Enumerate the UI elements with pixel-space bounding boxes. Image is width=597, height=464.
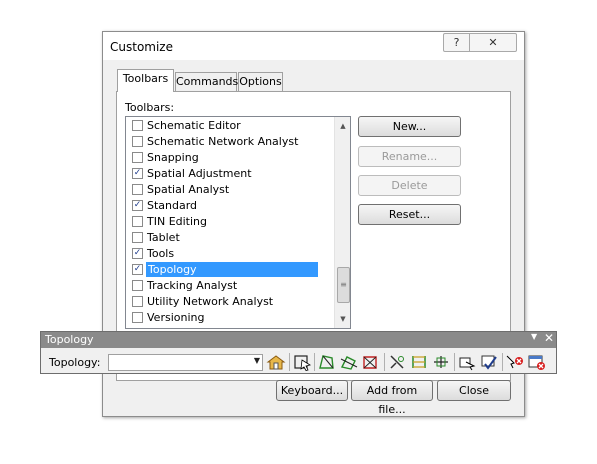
tab-toolbars[interactable]: Toolbars: [117, 69, 174, 92]
close-button[interactable]: Close: [437, 380, 511, 401]
construct-polygons-icon[interactable]: [361, 353, 381, 371]
close-icon[interactable]: ✕: [469, 33, 517, 52]
list-item[interactable]: Snapping: [128, 150, 332, 166]
toolbar-options-icon[interactable]: ▼: [531, 332, 537, 341]
keyboard-button[interactable]: Keyboard...: [276, 380, 348, 401]
help-button[interactable]: ?: [443, 33, 470, 52]
list-item-label: Spatial Adjustment: [147, 167, 252, 180]
toolbar-separator: [289, 353, 290, 371]
list-item[interactable]: Tablet: [128, 230, 332, 246]
toolbar-close-icon[interactable]: ✕: [544, 331, 554, 345]
map-topology-icon[interactable]: [266, 353, 286, 371]
dialog-title: Customize: [110, 40, 173, 54]
planarize-lines-icon[interactable]: [339, 353, 359, 371]
checkbox[interactable]: [132, 216, 143, 227]
list-item-label: Tablet: [147, 231, 180, 244]
dialog-title-bar[interactable]: Customize ? ✕: [103, 32, 524, 60]
new-button[interactable]: New...: [358, 116, 461, 137]
checkbox[interactable]: [132, 232, 143, 243]
toolbar-separator: [314, 353, 315, 371]
list-item-label: Schematic Editor: [147, 119, 241, 132]
split-polygons-icon[interactable]: [387, 353, 407, 371]
list-item[interactable]: Schematic Network Analyst: [128, 134, 332, 150]
chevron-down-icon[interactable]: ▼: [254, 356, 260, 365]
error-inspector-window-icon[interactable]: [527, 353, 547, 371]
list-item-label: Tools: [147, 247, 175, 260]
topology-combo-label: Topology:: [49, 356, 101, 369]
topology-edit-tool-icon[interactable]: [292, 353, 312, 371]
generalize-edge-icon[interactable]: [431, 353, 451, 371]
checkbox[interactable]: ✓: [132, 200, 143, 211]
tab-commands[interactable]: Commands: [175, 72, 238, 91]
list-item[interactable]: Spatial Analyst: [128, 182, 332, 198]
scroll-thumb[interactable]: ≡: [337, 267, 350, 303]
list-item-label: Spatial Analyst: [147, 183, 230, 196]
delete-button[interactable]: Delete: [358, 175, 461, 196]
list-item-label: Tracking Analyst: [147, 279, 238, 292]
toolbar-title: Topology: [45, 333, 94, 346]
list-item[interactable]: ✓ Standard: [128, 198, 332, 214]
list-item-label: Standard: [147, 199, 198, 212]
toolbars-list-scrollbar[interactable]: ▲ ≡ ▼: [334, 117, 350, 328]
checkbox[interactable]: ✓: [132, 264, 143, 275]
validate-topology-icon[interactable]: [479, 353, 499, 371]
checkbox[interactable]: ✓: [132, 248, 143, 259]
list-item[interactable]: Schematic Editor: [128, 118, 332, 134]
list-item[interactable]: TIN Editing: [128, 214, 332, 230]
checkbox[interactable]: [132, 312, 143, 323]
align-edge-icon[interactable]: [409, 353, 429, 371]
tab-options[interactable]: Options: [238, 72, 283, 91]
checkbox[interactable]: ✓: [132, 168, 143, 179]
checkbox[interactable]: [132, 184, 143, 195]
list-item[interactable]: ✓ Tools: [128, 246, 332, 262]
toolbars-list[interactable]: Schematic Editor Schematic Network Analys…: [125, 116, 351, 329]
list-item[interactable]: Tracking Analyst: [128, 278, 332, 294]
construct-features-icon[interactable]: [317, 353, 337, 371]
list-item-label: Topology: [146, 262, 318, 277]
scroll-down-icon[interactable]: ▼: [335, 311, 350, 327]
toolbar-separator: [454, 353, 455, 371]
toolbars-label: Toolbars:: [125, 101, 175, 114]
list-item[interactable]: Utility Network Analyst: [128, 294, 332, 310]
list-item[interactable]: ✓ Topology: [128, 262, 332, 278]
add-from-file-button[interactable]: Add from file...: [351, 380, 433, 416]
checkbox[interactable]: [132, 296, 143, 307]
list-item[interactable]: Versioning: [128, 310, 332, 326]
checkbox[interactable]: [132, 280, 143, 291]
list-item[interactable]: ✓ Spatial Adjustment: [128, 166, 332, 182]
list-item-label: Snapping: [147, 151, 199, 164]
scroll-up-icon[interactable]: ▲: [335, 118, 350, 134]
list-item-label: Utility Network Analyst: [147, 295, 274, 308]
toolbar-title-bar[interactable]: Topology ▼ ✕: [41, 331, 556, 348]
list-item-label: TIN Editing: [147, 215, 208, 228]
reshape-edge-icon[interactable]: [457, 353, 477, 371]
topology-combo[interactable]: ▼: [108, 354, 263, 371]
fix-topology-error-icon[interactable]: [505, 353, 525, 371]
checkbox[interactable]: [132, 136, 143, 147]
checkbox[interactable]: [132, 120, 143, 131]
list-item-label: Versioning: [147, 311, 205, 324]
list-item-label: Schematic Network Analyst: [147, 135, 299, 148]
rename-button[interactable]: Rename...: [358, 146, 461, 167]
topology-toolbar: Topology ▼ ✕ Topology: ▼: [40, 331, 557, 374]
reset-button[interactable]: Reset...: [358, 204, 461, 225]
toolbar-separator: [384, 353, 385, 371]
toolbar-separator: [502, 353, 503, 371]
checkbox[interactable]: [132, 152, 143, 163]
